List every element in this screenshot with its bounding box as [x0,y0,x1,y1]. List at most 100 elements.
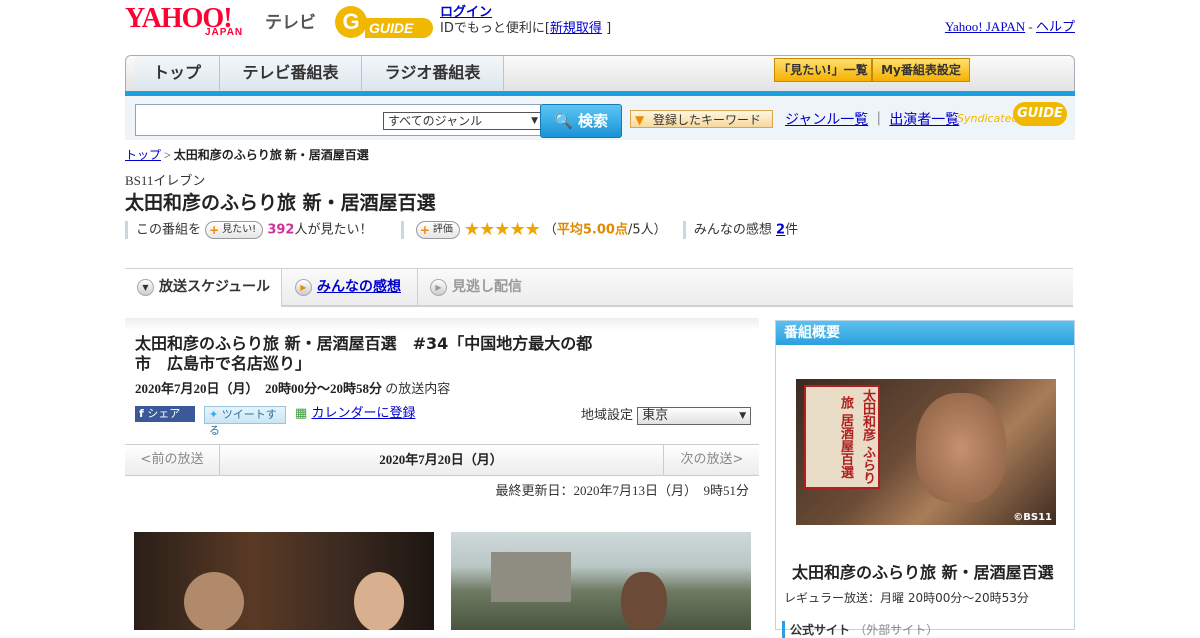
program-meta: この番組を + 見たい! 392人が見たい！ + 評価 ★★★★★ （平均5.00点… [125,220,798,240]
mitai-count: 392 [267,222,295,238]
cast-list-link[interactable]: 出演者一覧 [889,113,959,128]
my-schedule-button[interactable]: My番組表設定 [872,58,970,82]
tab-impressions-label: みんなの感想 [317,279,401,295]
episode-date-suffix: の放送内容 [385,381,451,396]
station-name: BS11イレブン [125,173,206,188]
plus-icon: + [209,223,220,237]
search-icon: 🔍 [554,112,573,130]
tv-label[interactable]: テレビ [265,8,316,33]
tweet-button[interactable]: ✦ ツイートする [204,406,286,437]
image-copyright: ©BS11 [1013,512,1052,523]
genre-select[interactable]: すべてのジャンル ▼ [383,112,543,130]
program-title: 太田和彦のふらり旅 新・居酒屋百選 [125,192,436,214]
main-nav: トップ テレビ番組表 ラジオ番組表 「見たい!」一覧 My番組表設定 [125,55,1075,93]
mitai-prefix: この番組を [136,222,202,238]
official-site-label[interactable]: 公式サイト [790,623,850,637]
dropdown-arrow-icon: ▼ [531,116,538,126]
facebook-share-label: シェア [147,407,181,420]
yahoo-japan-logo-text: JAPAN [205,27,244,38]
twitter-bird-icon: ✦ [209,408,219,421]
login-sub-prefix: IDでもっと便利に[ [440,21,550,36]
calendar-register[interactable]: ▦ カレンダーに登録 [295,406,435,422]
genre-list-link[interactable]: ジャンル一覧 [785,113,868,128]
mitai-button[interactable]: + 見たい! [205,221,264,239]
episode-datetime: 2020年7月20日（月） 20時00分～20時58分 の放送内容 [135,378,450,397]
program-poster: 太田和彦 ふらり旅 居酒屋百選 [804,385,880,489]
broadcast-pager: <前の放送 2020年7月20日（月） 次の放送> [125,444,759,476]
region-setting: 地域設定 東京 ▼ [581,404,752,425]
rating-count: /5人） [627,222,667,238]
tab-catchup-label: 見逃し配信 [452,279,522,295]
help-link[interactable]: ヘルプ [1036,19,1075,34]
search-links: ジャンル一覧 ｜ 出演者一覧 [785,109,959,129]
region-select[interactable]: 東京 ▼ [637,406,752,425]
yahoo-japan-link[interactable]: Yahoo! JAPAN [945,19,1025,34]
nav-tab-tv-schedule[interactable]: テレビ番組表 [220,56,362,90]
login-sub-suffix: ] [606,21,612,36]
facebook-share-button[interactable]: f シェア [135,406,195,422]
program-overview-heading: 番組概要 [776,321,1074,345]
region-label: 地域設定 [581,408,634,423]
registered-keyword-button[interactable]: ▼ 登録したキーワード [630,110,773,128]
header: YAHOO! JAPAN テレビ G GUIDE ログイン IDでもっと便利に[… [125,0,1075,50]
link-divider: ｜ [871,113,886,128]
regular-broadcast: レギュラー放送：月曜 20時00分～20時53分 [784,591,1029,605]
tab-impressions[interactable]: ▶ みんなの感想 [283,269,401,305]
nav-tab-top[interactable]: トップ [135,56,220,90]
search-button[interactable]: 🔍 検索 [540,104,622,138]
nav-tab-radio-schedule[interactable]: ラジオ番組表 [362,56,504,90]
content-tabs: ▼ 放送スケジュール ▶ みんなの感想 ▶ 見逃し配信 [125,268,1073,307]
prev-broadcast-link[interactable]: <前の放送 [125,445,220,475]
rating-average: 平均5.00点 [556,222,628,238]
mitai-list-button[interactable]: 「見たい!」一覧 [774,58,872,82]
region-selected-value: 東京 [642,407,669,423]
episode-photo-izakaya [134,532,434,630]
syndicated-text: Syndicated [957,112,1019,125]
header-links: Yahoo! JAPAN - ヘルプ [945,16,1075,35]
tab-broadcast-schedule-label: 放送スケジュール [159,279,271,295]
search-bar: すべてのジャンル ▼ 🔍 検索 ▼ 登録したキーワード ジャンル一覧 ｜ 出演者… [125,96,1075,140]
episode-date: 2020年7月20日（月） 20時00分～20時58分 [135,381,383,396]
rating-open-paren: （ [543,222,557,238]
syndicated-gguide-logo: Syndicated GUIDE [957,102,1067,132]
login-area: ログイン IDでもっと便利に[新規取得 ] [440,5,611,37]
registered-keyword-label: 登録したキーワード [653,113,762,127]
calendar-icon: ▦ [295,406,308,421]
dropdown-arrow-icon: ▼ [739,410,747,421]
genre-selected-value: すべてのジャンル [388,114,483,128]
sidebar-program-title: 太田和彦のふらり旅 新・居酒屋百選 [792,563,1054,582]
breadcrumb: トップ > 太田和彦のふらり旅 新・居酒屋百選 [125,146,369,163]
calendar-register-link: カレンダーに登録 [311,406,416,421]
register-link[interactable]: 新規取得 [550,21,602,36]
tab-broadcast-schedule[interactable]: ▼ 放送スケジュール [125,269,282,307]
rating-button-label: 評価 [432,224,453,235]
gguide-logo[interactable]: G GUIDE [335,6,433,42]
search-button-label: 検索 [577,112,608,130]
chevron-right-icon: ▶ [295,279,312,296]
official-site-note: （外部サイト） [854,623,939,637]
gguide-mark: G [335,6,367,38]
next-broadcast-link[interactable]: 次の放送> [663,445,760,475]
page: YAHOO! JAPAN テレビ G GUIDE ログイン IDでもっと便利に[… [125,0,1075,638]
episode-photo-hiroshima [451,532,751,630]
tweet-label: ツイートする [209,408,277,437]
mitai-button-label: 見たい! [222,224,257,235]
impressions-count-link[interactable]: 2 [776,223,785,238]
program-overview-panel: 番組概要 太田和彦 ふらり旅 居酒屋百選 ©BS11 太田和彦のふらり旅 新・居… [775,320,1075,638]
syndicated-logo: GUIDE [1013,102,1067,126]
breadcrumb-separator: > [164,148,171,162]
login-link[interactable]: ログイン [440,5,492,20]
last-updated: 最終更新日：2020年7月13日（月） 9時51分 [495,483,749,498]
mitai-suffix: 人が見たい！ [294,222,373,238]
program-image: 太田和彦 ふらり旅 居酒屋百選 ©BS11 [796,379,1056,525]
rating-button[interactable]: + 評価 [415,221,460,239]
impressions-suffix: 件 [785,222,799,238]
episode-header: 太田和彦のふらり旅 新・居酒屋百選 #34「中国地方最大の都市 広島市で名店巡り… [125,318,759,437]
tab-catchup[interactable]: ▶ 見逃し配信 [417,269,522,305]
chevron-down-icon: ▼ [137,279,154,296]
current-broadcast-date: 2020年7月20日（月） [379,452,503,467]
gguide-text: GUIDE [365,18,433,38]
episode-title: 太田和彦のふらり旅 新・居酒屋百選 #34「中国地方最大の都市 広島市で名店巡り… [135,334,593,373]
breadcrumb-top-link[interactable]: トップ [125,148,161,162]
header-separator: - [1028,19,1033,34]
